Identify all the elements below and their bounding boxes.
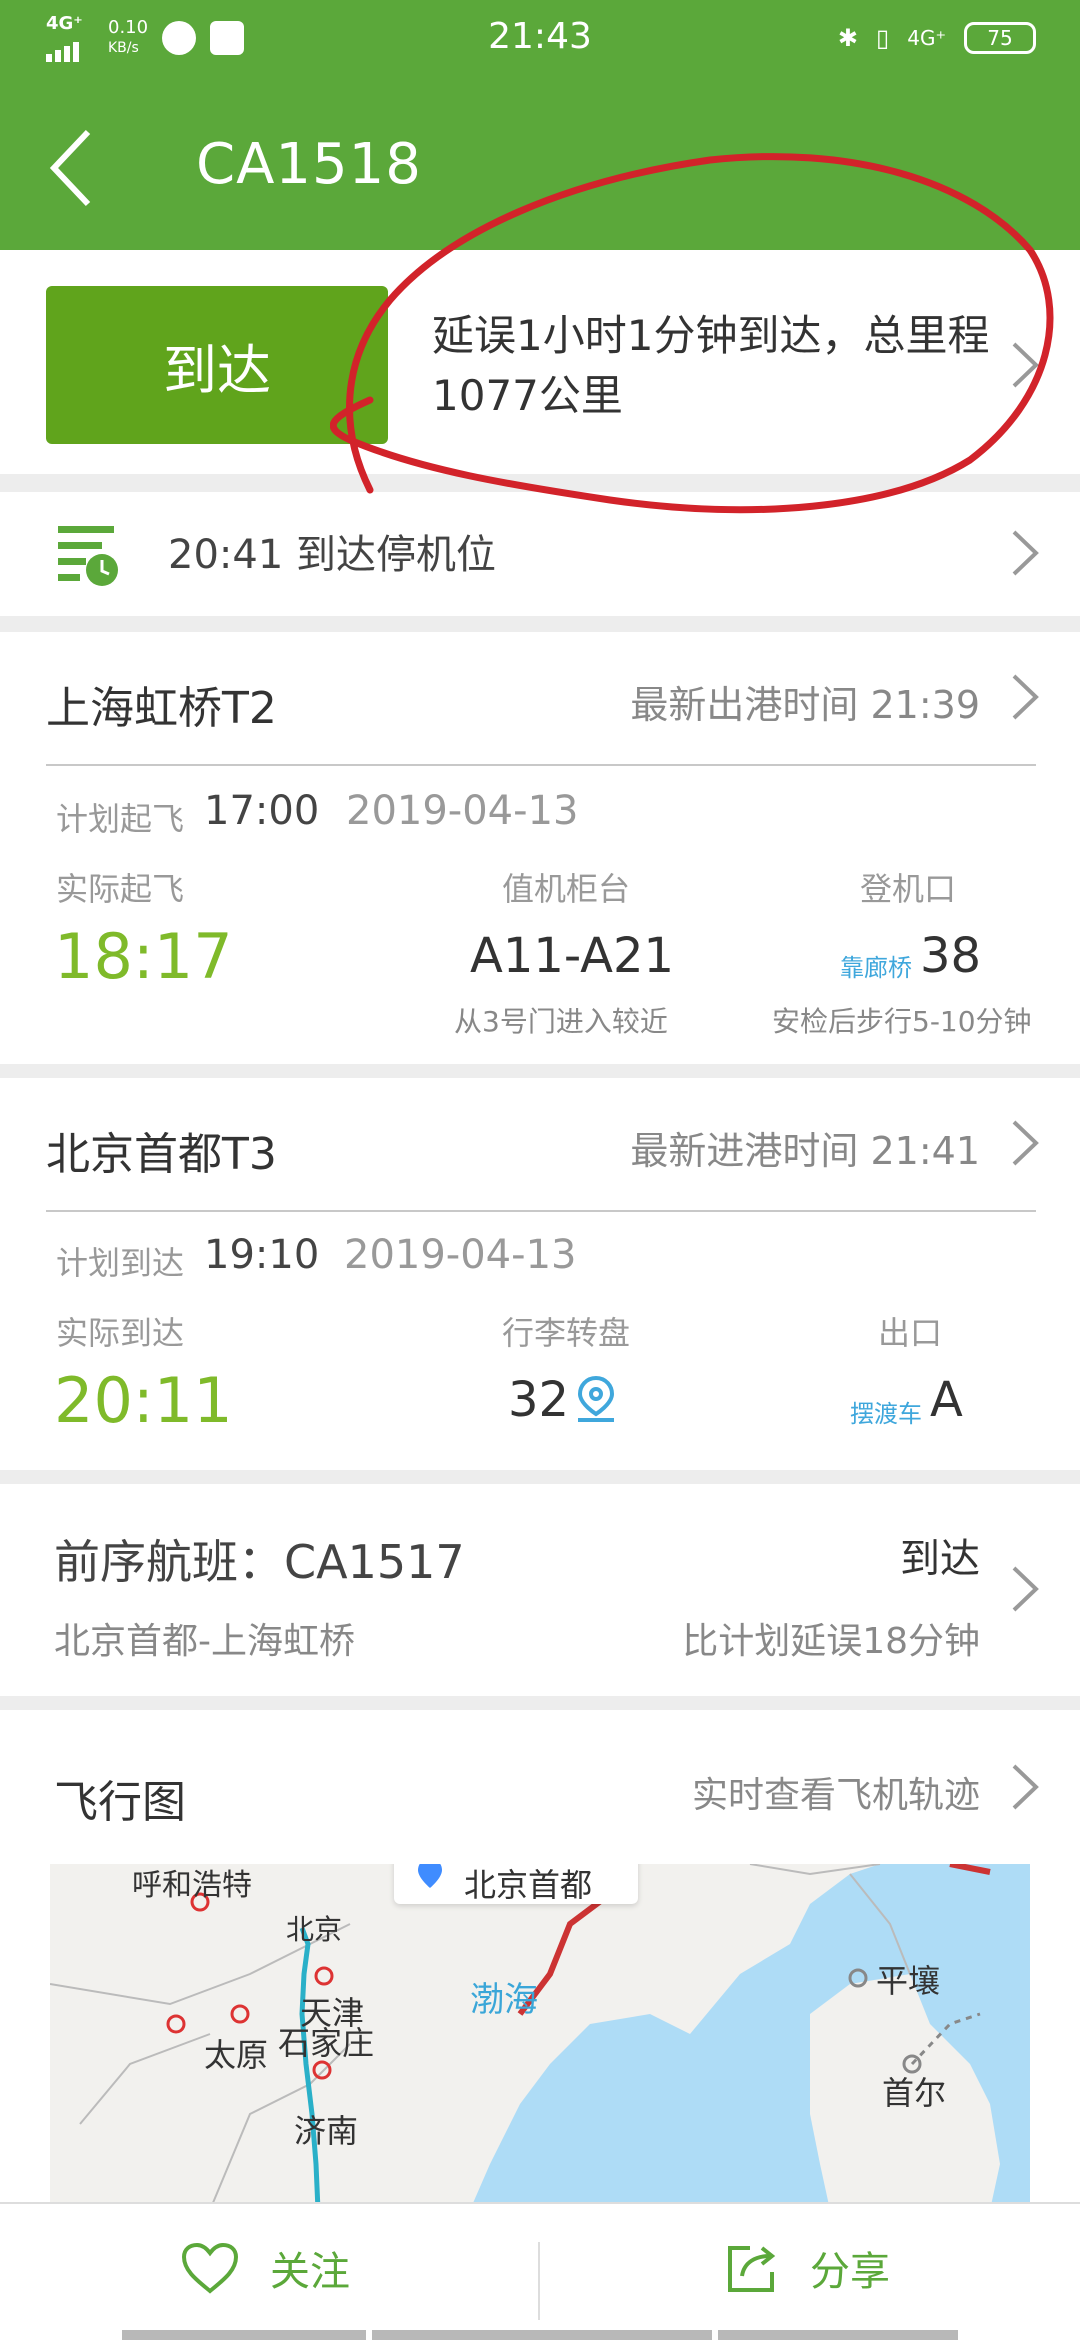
status-bar: 4G⁺ 0.10 KB/s 21:43 ✱ ▯ 4G⁺ 75 xyxy=(0,0,1080,84)
status-button[interactable]: 到达 xyxy=(46,286,388,444)
actual-arrival-label: 实际到达 xyxy=(56,1314,185,1352)
departure-card: 上海虹桥T2 最新出港时间 21:39 计划起飞 17:00 2019-04-1… xyxy=(0,632,1080,1064)
chevron-right-icon[interactable] xyxy=(1010,528,1040,578)
share-icon xyxy=(728,2246,776,2292)
checkin-note: 从3号门进入较近 xyxy=(454,1005,668,1038)
previous-flight-title: 前序航班：CA1517 xyxy=(54,1535,465,1589)
map-city-label: 平壤 xyxy=(876,1962,941,2000)
back-arrow-icon[interactable] xyxy=(48,128,96,208)
heart-icon xyxy=(181,2242,239,2294)
app-header: CA1518 xyxy=(0,84,1080,250)
flight-track-link[interactable]: 实时查看飞机轨迹 xyxy=(692,1766,980,1818)
map-city-label: 首尔 xyxy=(882,2074,947,2112)
share-button[interactable]: 分享 xyxy=(724,2204,890,2332)
flight-map[interactable]: 北京首都 呼和浩特 北京 天津 渤海 平壤 太原 石家庄 首尔 济南 xyxy=(50,1864,1030,2210)
gate-label: 登机口 xyxy=(860,870,957,908)
previous-flight-delay: 比计划延误18分钟 xyxy=(682,1621,980,1662)
planned-departure-date: 2019-04-13 xyxy=(346,788,579,834)
status-card[interactable]: 到达 延误1小时1分钟到达，总里程1077公里 xyxy=(0,250,1080,474)
follow-button[interactable]: 关注 xyxy=(180,2204,350,2332)
exit-label: 出口 xyxy=(878,1314,943,1352)
parking-time-text: 20:41 到达停机位 xyxy=(168,532,496,578)
map-city-label: 北京 xyxy=(286,1913,343,1946)
bottom-action-bar: 关注 分享 xyxy=(0,2202,1080,2340)
divider xyxy=(46,764,1036,766)
chevron-right-icon[interactable] xyxy=(1010,1564,1040,1614)
map-city-label: 济南 xyxy=(294,2112,359,2150)
delay-summary: 延误1小时1分钟到达，总里程1077公里 xyxy=(432,311,990,420)
location-pin-icon xyxy=(418,1864,442,1888)
departure-airport: 上海虹桥T2 xyxy=(46,683,277,734)
airport-popup-label: 北京首都 xyxy=(464,1866,593,1904)
nav-hint-bar xyxy=(718,2330,958,2340)
follow-label: 关注 xyxy=(270,2249,350,2295)
planned-arrival-date: 2019-04-13 xyxy=(344,1232,577,1278)
previous-flight-status: 到达 xyxy=(900,1536,980,1582)
bluetooth-icon: ✱ xyxy=(837,24,858,52)
planned-departure-label: 计划起飞 xyxy=(56,800,185,838)
map-city-label: 呼和浩特 xyxy=(132,1868,252,1903)
gate-value: 38 xyxy=(920,928,982,984)
vibrate-icon: ▯ xyxy=(876,24,890,52)
arrival-card: 北京首都T3 最新进港时间 21:41 计划到达 19:10 2019-04-1… xyxy=(0,1078,1080,1470)
chevron-right-icon[interactable] xyxy=(1010,1118,1040,1168)
map-pin-icon[interactable] xyxy=(574,1374,618,1424)
nav-hint-bar xyxy=(122,2330,366,2340)
checkin-value: A11-A21 xyxy=(470,928,675,984)
previous-flight-card[interactable]: 前序航班：CA1517 到达 北京首都-上海虹桥 比计划延误18分钟 xyxy=(0,1484,1080,1696)
chevron-right-icon[interactable] xyxy=(1010,1762,1040,1812)
arrival-airport: 北京首都T3 xyxy=(46,1129,277,1180)
planned-arrival-label: 计划到达 xyxy=(56,1244,185,1282)
gate-note: 安检后步行5-10分钟 xyxy=(772,1005,1032,1038)
divider xyxy=(538,2242,540,2320)
arrival-latest-time[interactable]: 最新进港时间 21:41 xyxy=(630,1120,980,1175)
exit-value: A xyxy=(930,1372,963,1428)
map-city-label: 渤海 xyxy=(470,1980,538,2020)
map-city-label: 石家庄 xyxy=(278,2024,375,2062)
chevron-right-icon[interactable] xyxy=(1010,672,1040,722)
nav-hint-bar xyxy=(372,2330,712,2340)
gate-tag: 靠廊桥 xyxy=(840,954,912,982)
chevron-right-icon[interactable] xyxy=(1010,340,1040,390)
planned-arrival-time: 19:10 xyxy=(204,1232,320,1278)
planned-departure-time: 17:00 xyxy=(204,788,320,834)
flight-number-title: CA1518 xyxy=(196,132,422,197)
checkin-label: 值机柜台 xyxy=(502,870,631,908)
map-city-label: 太原 xyxy=(204,2036,269,2074)
baggage-label: 行李转盘 xyxy=(502,1314,631,1352)
status-bar-right: ✱ ▯ 4G⁺ 75 xyxy=(838,22,1036,54)
share-label: 分享 xyxy=(810,2249,890,2295)
flight-map-card: 飞行图 实时查看飞机轨迹 北京首都 呼和浩特 北京 天津 渤海 平壤 太原 石家… xyxy=(0,1710,1080,2210)
airport-popup[interactable]: 北京首都 xyxy=(394,1864,638,1904)
actual-arrival-time: 20:11 xyxy=(54,1364,233,1437)
battery-icon: 75 xyxy=(964,22,1036,54)
previous-flight-route: 北京首都-上海虹桥 xyxy=(54,1621,355,1662)
departure-latest-time[interactable]: 最新出港时间 21:39 xyxy=(630,674,980,729)
parking-row[interactable]: 20:41 到达停机位 xyxy=(0,492,1080,616)
network-type-right: 4G⁺ xyxy=(907,26,946,50)
actual-departure-label: 实际起飞 xyxy=(56,870,185,908)
schedule-clock-icon xyxy=(58,526,118,586)
actual-departure-time: 18:17 xyxy=(54,920,233,993)
baggage-value: 32 xyxy=(508,1372,570,1428)
divider xyxy=(46,1210,1036,1212)
map-canvas xyxy=(50,1864,1030,2210)
flight-map-title: 飞行图 xyxy=(54,1777,186,1828)
exit-tag: 摆渡车 xyxy=(850,1400,922,1428)
